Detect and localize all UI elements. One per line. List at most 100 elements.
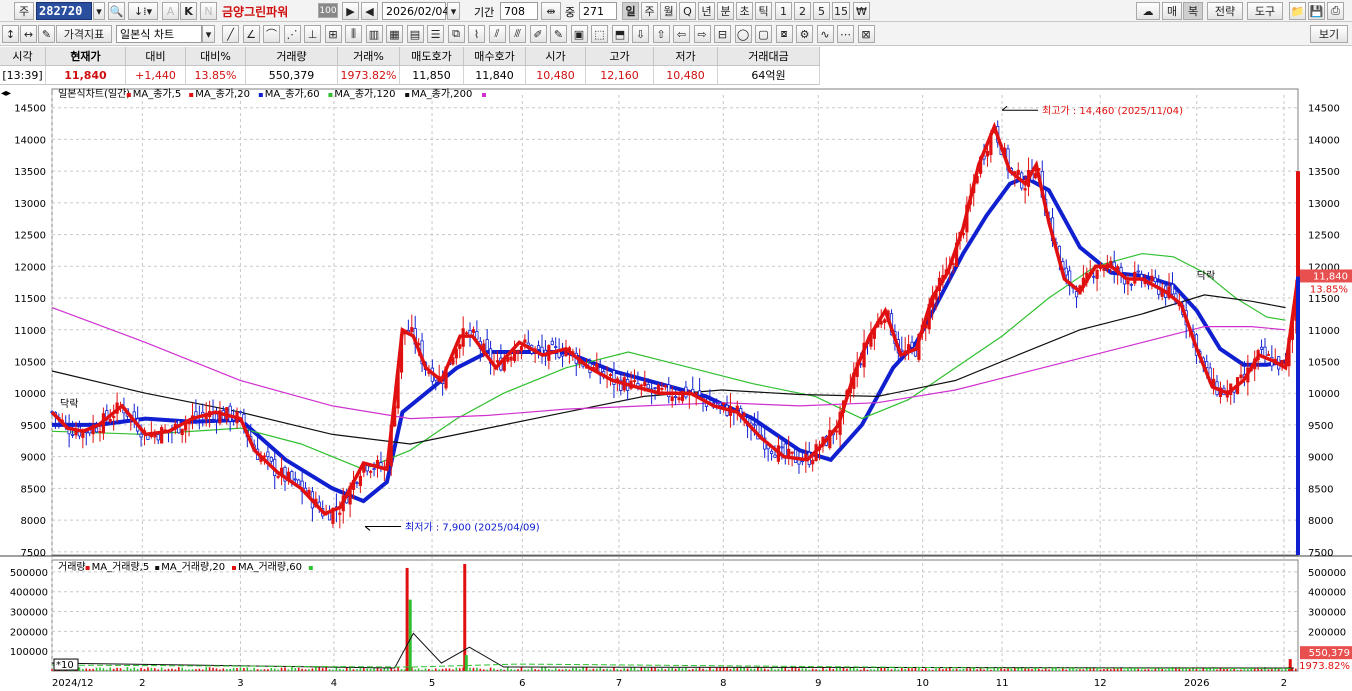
button-bok[interactable]: 복 [1183, 2, 1203, 20]
draw-fan-icon[interactable]: ⋰ [283, 25, 301, 43]
draw-down-icon[interactable]: ⇩ [632, 25, 649, 43]
draw-grid1-icon[interactable]: ⊞ [324, 25, 342, 43]
price-tick-right: 14500 [1308, 104, 1340, 115]
period-2[interactable]: 2 [794, 2, 811, 20]
period-second[interactable]: 초 [736, 2, 753, 20]
k-button[interactable]: K [180, 2, 197, 20]
period-15[interactable]: 15 [832, 2, 850, 20]
draw-right-icon[interactable]: ⇨ [693, 25, 711, 43]
draw-pen-icon[interactable]: ✐ [529, 25, 547, 43]
draw-magnify-icon[interactable]: ⧇ [775, 25, 793, 43]
stock-type-label[interactable]: 주 [14, 2, 34, 20]
tools-button[interactable]: 도구 [1247, 2, 1283, 20]
save-icon[interactable]: 💾 [1308, 2, 1325, 20]
draw-grid4-icon[interactable]: ▦ [386, 25, 403, 43]
legend-swatch [155, 566, 160, 570]
draw-grid7-icon[interactable]: ⧉ [447, 25, 465, 43]
period-month[interactable]: 월 [660, 2, 677, 20]
draw-erase-icon[interactable]: ⊟ [714, 25, 731, 43]
volume-bar [606, 668, 608, 671]
chart-type-dropdown-icon[interactable]: ▾ [202, 25, 215, 43]
period-input[interactable]: 708 [500, 2, 538, 20]
period-1[interactable]: 1 [775, 2, 792, 20]
volume-bar [1075, 669, 1078, 671]
left-right-icon[interactable]: ↔ [20, 25, 37, 43]
draw-grid9-icon[interactable]: ⫽ [488, 25, 506, 43]
n-button[interactable]: N [200, 2, 217, 20]
draw-close-icon[interactable]: ⊠ [857, 25, 875, 43]
period-5[interactable]: 5 [813, 2, 830, 20]
draw-grid2-icon[interactable]: ⫼ [345, 25, 362, 43]
won-icon[interactable]: ₩ [853, 2, 870, 20]
stock-code-input[interactable]: 282720 [36, 2, 92, 20]
draw-line-icon[interactable]: ╱ [222, 25, 239, 43]
prev-icon[interactable]: ◀ [361, 2, 378, 20]
draw-wave-icon[interactable]: ∿ [816, 25, 834, 43]
view-button[interactable]: 보기 [1310, 25, 1348, 43]
volume-bar [1116, 668, 1119, 671]
chart-type-select[interactable]: 일본식 차트 [116, 25, 202, 43]
draw-circle-icon[interactable]: ◯ [734, 25, 752, 43]
draw-grid3-icon[interactable]: ▥ [365, 25, 383, 43]
draw-fill-icon[interactable]: ⬚ [591, 25, 608, 43]
period-tick[interactable]: 틱 [755, 2, 772, 20]
draw-arc-icon[interactable]: ⌒ [263, 25, 280, 43]
volume-bar [1250, 668, 1253, 671]
up-down-icon[interactable]: ↕ [2, 25, 19, 43]
print-icon[interactable]: ⎙ [1327, 2, 1344, 20]
volume-bar [267, 669, 269, 671]
indicator-button[interactable]: 가격지표 [56, 25, 112, 43]
volume-bar [1274, 668, 1277, 671]
date-input[interactable]: 2026/02/04 [382, 2, 449, 20]
sort-icon[interactable]: ↓⁞▾ [128, 2, 158, 20]
draw-grid8-icon[interactable]: ⌇ [468, 25, 485, 43]
strategy-button[interactable]: 전략 [1207, 2, 1243, 20]
volume-bar [1233, 668, 1235, 671]
folder-icon[interactable]: 📁 [1289, 2, 1306, 20]
search-icon[interactable]: 🔍 [108, 2, 125, 20]
draw-up-icon[interactable]: ⇧ [652, 25, 670, 43]
draw-square-icon[interactable]: ▢ [755, 25, 772, 43]
volume-bar [650, 667, 653, 671]
volume-badge-pct: 1973.82% [1299, 661, 1350, 672]
draw-dots-icon[interactable]: ⋯ [837, 25, 854, 43]
draw-pencil-icon[interactable]: ✎ [550, 25, 567, 43]
next-icon[interactable]: ▶ [342, 2, 359, 20]
overlap-input[interactable]: 271 [579, 2, 617, 20]
a-button[interactable]: A [162, 2, 179, 20]
price-chart[interactable]: 14500 14500 14000 14000 13500 13500 13000 13000… [0, 87, 1352, 691]
price-tick-left: 8000 [21, 516, 46, 527]
edit-icon[interactable]: ✎ [38, 25, 55, 43]
cloud-icon[interactable]: ☁ [1136, 2, 1160, 20]
draw-perp-icon[interactable]: ⊥ [304, 25, 321, 43]
draw-grid6-icon[interactable]: ☰ [427, 25, 444, 43]
button-mae[interactable]: 매 [1162, 2, 1182, 20]
volume-bar [787, 669, 790, 671]
volume-bar [280, 667, 283, 671]
draw-angle-icon[interactable]: ∠ [242, 25, 260, 43]
period-day[interactable]: 일 [622, 2, 639, 20]
header-change-pct: 대비% [186, 47, 246, 66]
price-tick-right: 12500 [1308, 231, 1340, 242]
draw-color-icon[interactable]: ▣ [570, 25, 588, 43]
zoom-icon[interactable]: ⇹ [541, 2, 561, 20]
price-tick-left: 8500 [21, 484, 46, 495]
period-week[interactable]: 주 [641, 2, 658, 20]
volume-bar [1216, 669, 1218, 671]
code-dropdown-icon[interactable]: ▾ [93, 2, 105, 20]
volume-bar [739, 667, 742, 671]
draw-grid10-icon[interactable]: ⫻ [509, 25, 526, 43]
volume-bar [760, 668, 763, 671]
period-minute[interactable]: 분 [717, 2, 734, 20]
volume-bar [811, 668, 814, 671]
draw-paint-icon[interactable]: ⬒ [611, 25, 629, 43]
date-dropdown-icon[interactable]: ▾ [447, 2, 460, 20]
header-current: 현재가 [46, 47, 126, 66]
period-year[interactable]: 년 [698, 2, 715, 20]
candle-body [139, 433, 143, 438]
draw-grid5-icon[interactable]: ▤ [406, 25, 424, 43]
draw-left-icon[interactable]: ⇦ [673, 25, 690, 43]
period-quarter[interactable]: Q [679, 2, 696, 20]
volume-bar [133, 667, 136, 671]
draw-settings-icon[interactable]: ⚙ [796, 25, 813, 43]
